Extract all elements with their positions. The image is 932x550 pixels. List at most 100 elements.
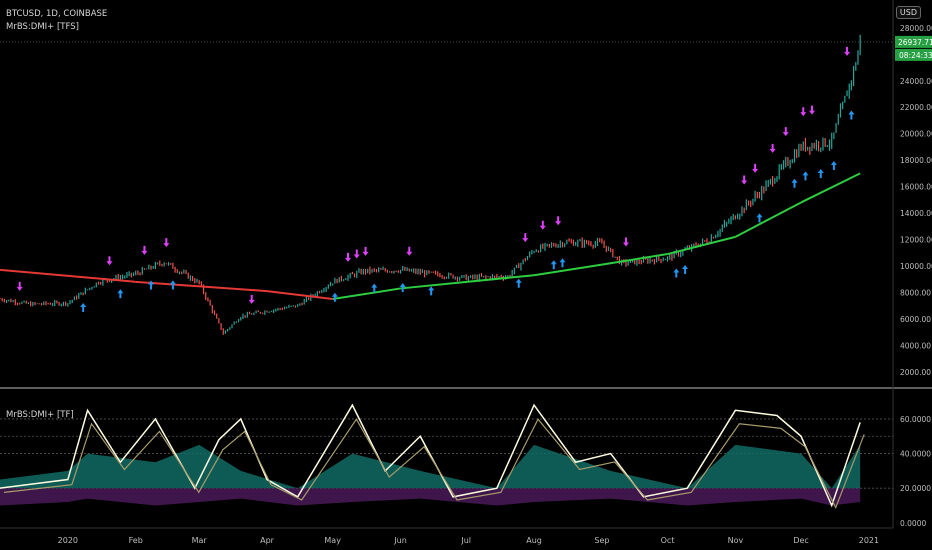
- price-bar: [542, 243, 544, 249]
- price-bar: [40, 302, 43, 306]
- sell-arrow: [406, 246, 413, 256]
- price-bar: [132, 272, 135, 277]
- price-bar: [439, 272, 441, 278]
- sell-arrow: [16, 281, 23, 291]
- price-bar: [192, 275, 194, 281]
- price-tick-label: 8000.00: [900, 288, 931, 297]
- price-bar: [235, 321, 237, 323]
- price-bar: [8, 299, 10, 302]
- price-bar: [286, 306, 288, 309]
- price-bar: [561, 241, 564, 248]
- buy-arrow: [817, 168, 824, 178]
- price-bar: [607, 246, 610, 251]
- price-bar: [443, 276, 445, 280]
- price-tick-label: 24000.00: [900, 77, 932, 86]
- price-bar: [124, 275, 126, 279]
- price-bar: [758, 191, 761, 199]
- price-bar: [642, 255, 645, 263]
- indicator-tick-label: 40.0000: [900, 450, 931, 459]
- price-bar: [531, 250, 533, 255]
- sell-arrow: [345, 252, 352, 262]
- price-bar: [56, 300, 58, 304]
- price-bar: [362, 268, 364, 275]
- price-bar: [417, 268, 419, 275]
- price-bar: [430, 271, 432, 273]
- price-bar: [601, 238, 603, 244]
- price-bar: [69, 299, 71, 305]
- price-bar: [844, 95, 846, 103]
- price-bar: [323, 287, 325, 293]
- moving-average-segment: [734, 201, 802, 238]
- price-bar: [732, 214, 734, 221]
- price-bar: [765, 180, 767, 192]
- price-bar: [752, 198, 754, 206]
- price-bar: [246, 311, 248, 318]
- price-bar: [540, 244, 542, 253]
- price-bar: [789, 159, 791, 169]
- price-bar: [706, 238, 708, 244]
- buy-arrow: [848, 110, 855, 120]
- price-bar: [658, 256, 660, 261]
- price-bar: [605, 245, 607, 253]
- price-bar: [520, 262, 522, 271]
- price-bar: [835, 123, 837, 133]
- price-bar: [599, 238, 601, 243]
- price-bar: [577, 239, 579, 247]
- price-bar: [568, 238, 570, 242]
- price-bar: [23, 300, 25, 303]
- price-bar: [842, 101, 844, 110]
- price-bar: [618, 255, 621, 265]
- price-bar: [612, 248, 614, 258]
- price-bar: [161, 263, 163, 267]
- price-bar: [255, 310, 257, 314]
- price-bar: [327, 284, 329, 289]
- price-bar: [557, 244, 559, 248]
- price-bar: [334, 277, 336, 284]
- price-bar: [233, 321, 235, 325]
- price-bar: [408, 268, 410, 272]
- price-bar: [603, 240, 605, 248]
- price-bar: [564, 243, 566, 248]
- price-bar: [421, 269, 424, 274]
- chart-canvas[interactable]: 2000.00 4000.00 6000.00 8000.00 10000.00 1200…: [0, 0, 932, 550]
- price-bar: [704, 240, 706, 242]
- sell-arrow: [741, 175, 748, 185]
- price-bar: [1, 298, 3, 302]
- price-bar: [802, 141, 804, 151]
- price-bar: [529, 251, 531, 258]
- sell-arrow: [141, 245, 148, 255]
- price-bar: [71, 299, 73, 304]
- indicator-tick-label: 60.0000: [900, 415, 931, 424]
- price-bar: [590, 241, 592, 247]
- price-bar: [384, 267, 386, 272]
- time-tick-label: Aug: [526, 536, 542, 545]
- countdown-badge-text: 08:24:33: [899, 51, 932, 60]
- price-bar: [715, 234, 717, 239]
- price-bar: [224, 330, 227, 334]
- currency-button[interactable]: USD: [895, 6, 921, 19]
- price-bar: [248, 311, 251, 315]
- price-bar: [213, 310, 216, 316]
- sell-arrow: [362, 246, 369, 256]
- price-bar: [496, 274, 498, 278]
- price-bar: [853, 65, 855, 87]
- price-bar: [375, 269, 378, 273]
- price-bar: [680, 251, 682, 258]
- price-bar: [413, 268, 415, 273]
- price-bar: [774, 177, 776, 184]
- price-bar: [305, 296, 308, 303]
- symbol-title: BTCUSD, 1D, COINBASE: [6, 9, 108, 19]
- price-bar: [211, 304, 213, 314]
- price-bar: [426, 270, 428, 276]
- price-bar: [351, 271, 353, 275]
- price-bar: [25, 300, 27, 304]
- price-bar: [301, 302, 303, 306]
- price-bar: [146, 268, 148, 270]
- price-bar: [811, 142, 813, 152]
- price-bar: [189, 275, 192, 281]
- price-bar: [187, 272, 189, 279]
- price-bar: [548, 243, 550, 248]
- price-bar: [640, 259, 642, 265]
- price-tick-label: 22000.00: [900, 103, 932, 112]
- dmi-area-down: [0, 488, 861, 506]
